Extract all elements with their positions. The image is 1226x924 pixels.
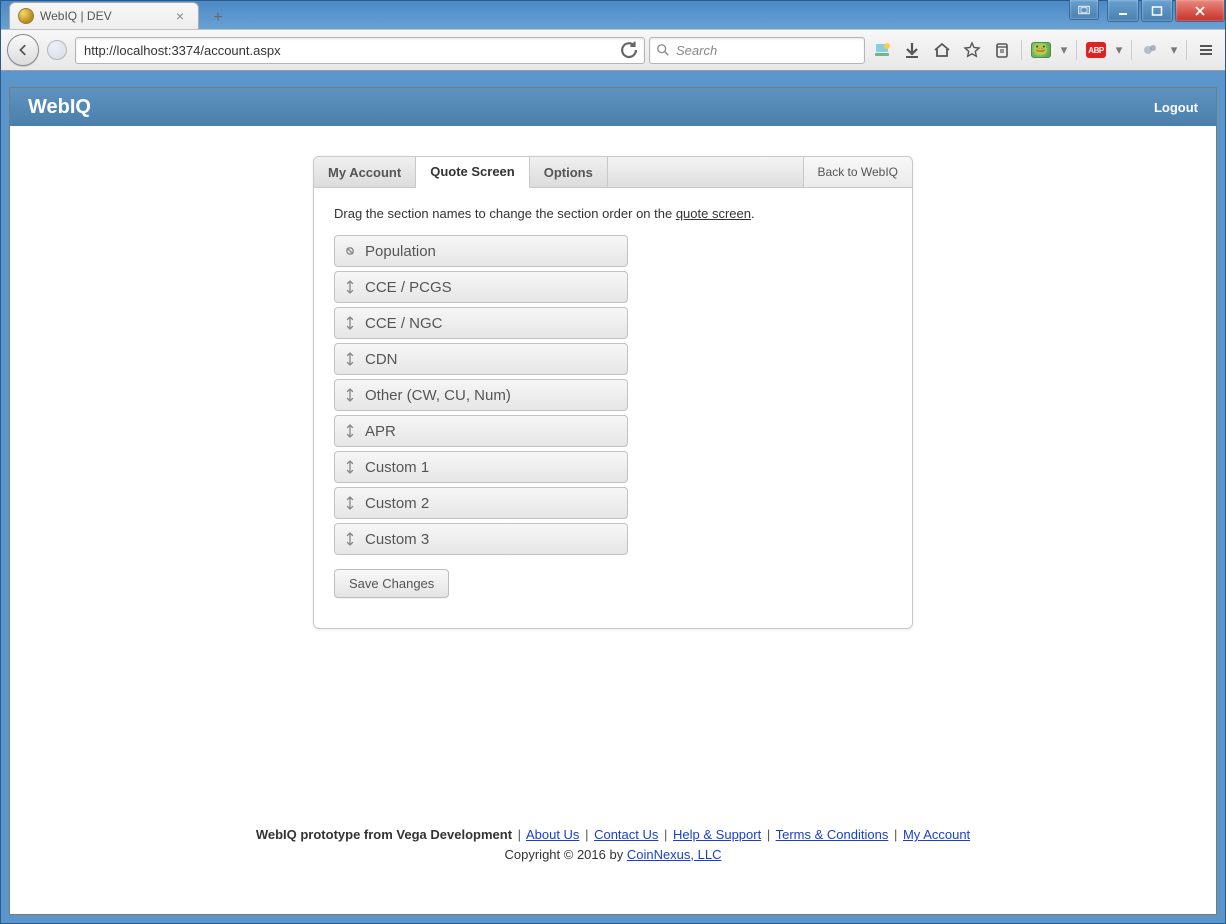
search-placeholder: Search xyxy=(676,43,717,58)
drag-handle-icon xyxy=(343,352,357,366)
footer-about-link[interactable]: About Us xyxy=(526,827,579,842)
section-item-label: Custom 3 xyxy=(365,531,429,548)
home-button[interactable] xyxy=(929,37,955,63)
footer-help-link[interactable]: Help & Support xyxy=(673,827,761,842)
adblock-dropdown[interactable]: ▾ xyxy=(1113,42,1125,58)
footer-copyright-link[interactable]: CoinNexus, LLC xyxy=(627,847,722,862)
section-item[interactable]: Custom 2 xyxy=(334,487,628,519)
section-item-label: Population xyxy=(365,243,436,260)
section-item-label: CCE / PCGS xyxy=(365,279,452,296)
app-title: WebIQ xyxy=(28,96,91,119)
hamburger-menu-button[interactable] xyxy=(1193,37,1219,63)
footer-lead: WebIQ prototype from Vega Development xyxy=(256,827,512,842)
section-item[interactable]: Other (CW, CU, Num) xyxy=(334,379,628,411)
download-arrow-icon[interactable] xyxy=(899,37,925,63)
browser-tab[interactable]: WebIQ | DEV × xyxy=(9,2,199,29)
drag-handle-icon xyxy=(343,388,357,402)
instructions-prefix: Drag the section names to change the sec… xyxy=(334,206,676,221)
section-item[interactable]: CCE / PCGS xyxy=(334,271,628,303)
toolbar-separator xyxy=(1021,40,1022,60)
pinned-icon xyxy=(343,244,357,258)
drag-handle-icon xyxy=(343,316,357,330)
toolbar-separator xyxy=(1076,40,1077,60)
section-item[interactable]: CCE / NGC xyxy=(334,307,628,339)
save-changes-button[interactable]: Save Changes xyxy=(334,569,449,598)
addon-misc-icon[interactable] xyxy=(1138,37,1164,63)
footer-account-link[interactable]: My Account xyxy=(903,827,970,842)
section-item[interactable]: APR xyxy=(334,415,628,447)
toolbar-separator xyxy=(1131,40,1132,60)
section-item-label: APR xyxy=(365,423,396,440)
reload-button[interactable] xyxy=(618,39,640,61)
page-footer: WebIQ prototype from Vega Development | … xyxy=(10,825,1216,864)
section-item: Population xyxy=(334,235,628,267)
app-header: WebIQ Logout xyxy=(10,88,1216,126)
downloads-button[interactable] xyxy=(869,37,895,63)
section-item-label: CCE / NGC xyxy=(365,315,443,332)
identity-globe-icon[interactable] xyxy=(47,40,67,60)
addon-slick-dropdown[interactable]: ▾ xyxy=(1058,42,1070,58)
logout-link[interactable]: Logout xyxy=(1154,100,1198,115)
section-item-label: Custom 2 xyxy=(365,495,429,512)
instructions-text: Drag the section names to change the sec… xyxy=(334,206,892,221)
drag-handle-icon xyxy=(343,460,357,474)
toolbar-separator xyxy=(1186,40,1187,60)
search-bar[interactable]: Search xyxy=(649,37,865,64)
addon-slick-icon[interactable] xyxy=(1028,37,1054,63)
drag-handle-icon xyxy=(343,532,357,546)
section-item-label: Custom 1 xyxy=(365,459,429,476)
footer-terms-link[interactable]: Terms & Conditions xyxy=(776,827,889,842)
bookmark-star-button[interactable] xyxy=(959,37,985,63)
footer-copyright-prefix: Copyright © 2016 by xyxy=(505,847,627,862)
drag-handle-icon xyxy=(343,280,357,294)
adblock-plus-button[interactable]: ABP xyxy=(1083,37,1109,63)
section-order-list: Population CCE / PCGS CCE / NGC CDN Other (C… xyxy=(334,235,628,555)
url-bar[interactable]: http://localhost:3374/account.aspx xyxy=(75,37,645,64)
settings-panel: My Account Quote Screen Options Back to … xyxy=(313,156,913,629)
library-button[interactable] xyxy=(989,37,1015,63)
favicon-icon xyxy=(18,8,34,24)
browser-tab-title: WebIQ | DEV xyxy=(40,9,112,23)
addon-misc-dropdown[interactable]: ▾ xyxy=(1168,42,1180,58)
tab-close-button[interactable]: × xyxy=(172,8,188,24)
tab-options[interactable]: Options xyxy=(530,157,608,187)
quote-screen-link[interactable]: quote screen xyxy=(676,206,751,221)
nav-back-button[interactable] xyxy=(7,34,39,66)
back-to-webiq-link[interactable]: Back to WebIQ xyxy=(803,157,912,187)
drag-handle-icon xyxy=(343,496,357,510)
url-text: http://localhost:3374/account.aspx xyxy=(84,43,281,58)
search-icon xyxy=(656,43,670,57)
instructions-suffix: . xyxy=(751,206,755,221)
drag-handle-icon xyxy=(343,424,357,438)
tab-my-account[interactable]: My Account xyxy=(314,157,416,187)
section-item-label: CDN xyxy=(365,351,398,368)
new-tab-button[interactable]: + xyxy=(205,7,231,29)
section-item-label: Other (CW, CU, Num) xyxy=(365,387,511,404)
section-item[interactable]: CDN xyxy=(334,343,628,375)
tab-quote-screen[interactable]: Quote Screen xyxy=(416,157,530,188)
section-item[interactable]: Custom 3 xyxy=(334,523,628,555)
footer-contact-link[interactable]: Contact Us xyxy=(594,827,658,842)
section-item[interactable]: Custom 1 xyxy=(334,451,628,483)
